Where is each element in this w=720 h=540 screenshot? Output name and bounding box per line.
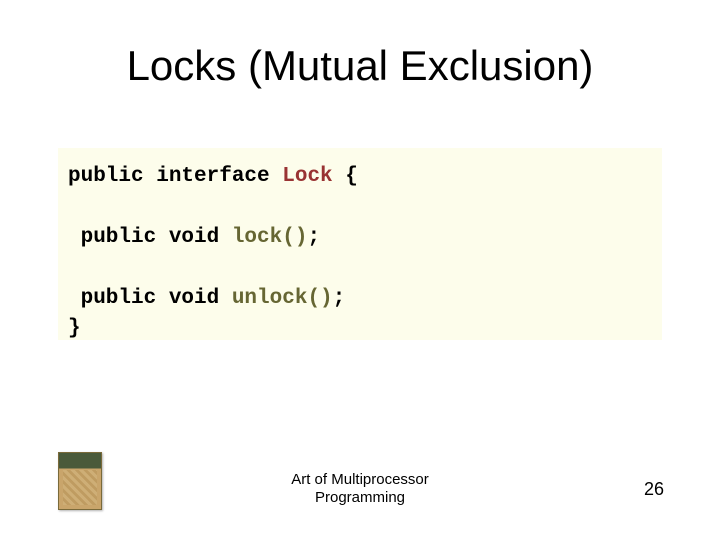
code-blank: [68, 253, 652, 283]
slide-number: 26: [644, 479, 664, 500]
code-text: public void: [68, 226, 232, 249]
footer-line1: Art of Multiprocessor: [291, 471, 429, 488]
code-line-3: public void unlock();: [68, 284, 652, 314]
code-line-2: public void lock();: [68, 223, 652, 253]
footer-line2: Programming: [315, 489, 405, 506]
code-text: ;: [333, 287, 346, 310]
code-blank: [68, 192, 652, 222]
code-text: }: [68, 317, 81, 340]
code-text: {: [333, 165, 358, 188]
code-line-1: public interface Lock {: [68, 162, 652, 192]
slide-title: Locks (Mutual Exclusion): [0, 42, 720, 90]
code-text: public void: [68, 287, 232, 310]
code-method: unlock(): [232, 287, 333, 310]
code-text: ;: [307, 226, 320, 249]
code-method: lock(): [232, 226, 308, 249]
code-block: public interface Lock { public void lock…: [58, 148, 662, 340]
code-text: public interface: [68, 165, 282, 188]
code-line-4: }: [68, 314, 652, 344]
footer-caption: Art of Multiprocessor Programming: [0, 471, 720, 509]
code-typename: Lock: [282, 165, 332, 188]
